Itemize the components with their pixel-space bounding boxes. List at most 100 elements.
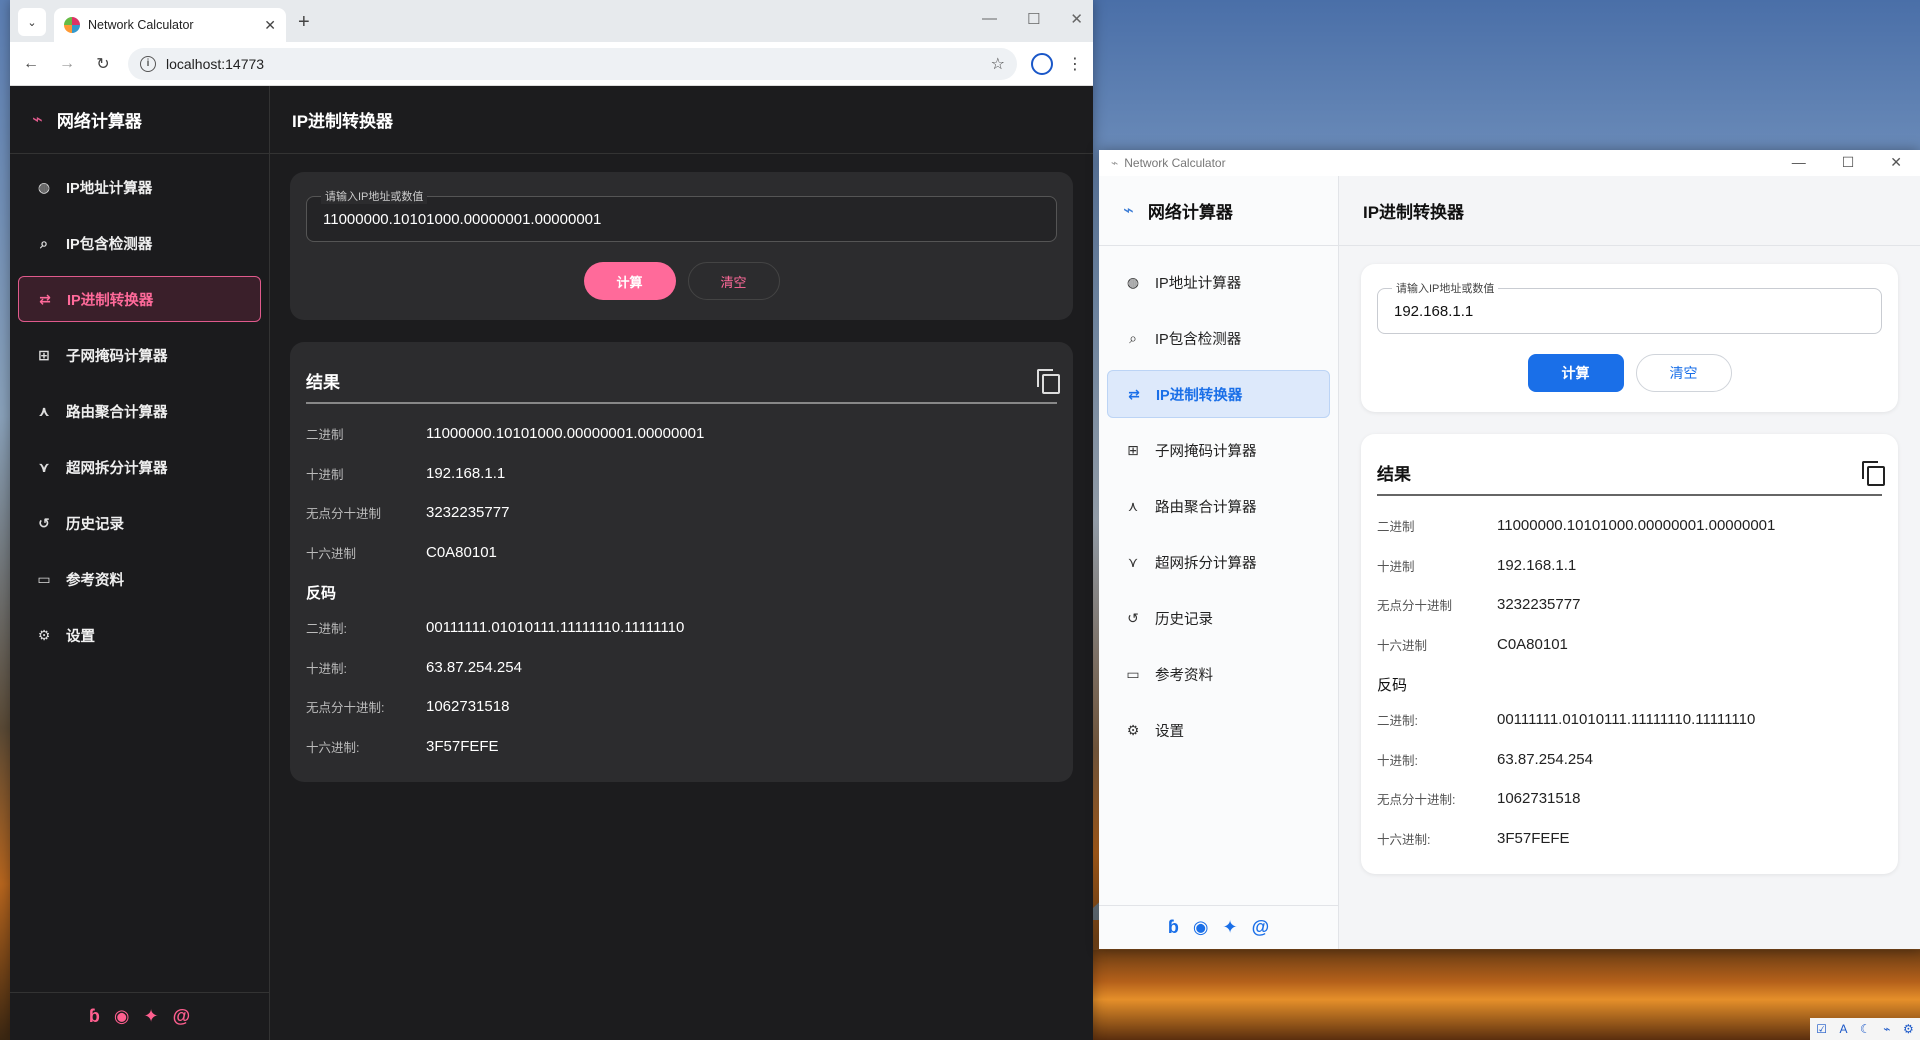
- sidebar-item-ip-contains[interactable]: ⌕ IP包含检测器: [1107, 314, 1330, 362]
- result-row: 十六进制 C0A80101: [1377, 625, 1882, 665]
- sidebar-item-reference[interactable]: ▭ 参考资料: [1107, 650, 1330, 698]
- native-close-button[interactable]: ✕: [1890, 154, 1902, 171]
- sidebar-footer: ɓ ◉ ✦ @: [10, 992, 269, 1040]
- inverse-label: 无点分十进制:: [1377, 793, 1456, 808]
- result-row: 十六进制 C0A80101: [306, 533, 1057, 573]
- result-value: C0A80101: [426, 543, 497, 561]
- sidebar-item-history[interactable]: ↺ 历史记录: [18, 500, 261, 546]
- close-window-button[interactable]: ✕: [1070, 10, 1083, 28]
- results-card: 结果 二进制 11000000.10101000.00000001.0000000…: [1361, 434, 1898, 874]
- tray-network-icon[interactable]: ⌁: [1883, 1022, 1890, 1036]
- blog-icon[interactable]: ɓ: [1168, 917, 1179, 938]
- sidebar-item-ip-converter[interactable]: ⇄ IP进制转换器: [18, 276, 261, 322]
- email-icon[interactable]: @: [1252, 917, 1270, 938]
- reload-icon[interactable]: ↻: [92, 54, 114, 74]
- ip-input-value[interactable]: 192.168.1.1: [1394, 303, 1473, 320]
- result-label: 二进制: [1377, 520, 1415, 535]
- inverse-row: 十进制: 63.87.254.254: [1377, 740, 1882, 780]
- nav-label: 参考资料: [66, 572, 124, 589]
- copy-icon[interactable]: [1037, 369, 1060, 394]
- subnet-icon: ⊞: [1127, 441, 1139, 458]
- email-icon[interactable]: @: [173, 1006, 191, 1027]
- sidebar-item-history[interactable]: ↺ 历史记录: [1107, 594, 1330, 642]
- result-value: 11000000.10101000.00000001.00000001: [1497, 517, 1776, 535]
- result-row: 十进制 192.168.1.1: [306, 454, 1057, 494]
- sidebar-item-ip-calculator[interactable]: ◍ IP地址计算器: [1107, 258, 1330, 306]
- tray-ime-icon[interactable]: A: [1839, 1022, 1847, 1036]
- tray-moon-icon[interactable]: ☾: [1860, 1022, 1871, 1036]
- inverse-label: 十进制:: [306, 661, 347, 676]
- tray-gear-icon[interactable]: ⚙: [1903, 1022, 1914, 1036]
- wallpaper-lake: [1090, 950, 1920, 1040]
- light-app: ⌁ 网络计算器 ◍ IP地址计算器 ⌕ IP包含检测器 ⇄ IP进制转换器 ⊞ 子网掩码…: [1099, 176, 1920, 949]
- inverse-value: 00111111.01010111.11111110.11111110: [426, 619, 685, 637]
- sidebar-item-settings[interactable]: ⚙ 设置: [1107, 706, 1330, 754]
- ip-input-field[interactable]: 请输入IP地址或数值 11000000.10101000.00000001.00…: [306, 188, 1057, 242]
- ip-input-field[interactable]: 请输入IP地址或数值 192.168.1.1: [1377, 280, 1882, 334]
- maximize-button[interactable]: ☐: [1027, 10, 1040, 28]
- result-row: 二进制 11000000.10101000.00000001.00000001: [306, 414, 1057, 454]
- clear-button[interactable]: 清空: [1635, 354, 1732, 392]
- result-value: C0A80101: [1497, 635, 1568, 653]
- result-label: 十进制: [306, 467, 344, 482]
- url-omnibox[interactable]: i localhost:14773 ☆: [128, 47, 1017, 80]
- close-tab-icon[interactable]: ✕: [264, 17, 276, 34]
- inverse-value: 1062731518: [426, 698, 510, 716]
- github-icon[interactable]: ◉: [114, 1006, 130, 1027]
- forward-icon[interactable]: →: [56, 55, 78, 73]
- sidebar-item-reference[interactable]: ▭ 参考资料: [18, 556, 261, 602]
- sidebar-item-route-summary[interactable]: ⋏ 路由聚合计算器: [18, 388, 261, 434]
- nav-label: IP进制转换器: [1156, 387, 1243, 404]
- sidebar-item-supernet-split[interactable]: ⋎ 超网拆分计算器: [1107, 538, 1330, 586]
- inverse-value: 1062731518: [1497, 790, 1581, 808]
- native-maximize-button[interactable]: ☐: [1842, 154, 1855, 171]
- back-icon[interactable]: ←: [20, 55, 42, 73]
- calculate-button[interactable]: 计算: [1527, 354, 1624, 392]
- browser-menu-icon[interactable]: ⋮: [1067, 54, 1083, 74]
- result-label: 十六进制: [1377, 638, 1428, 653]
- inverse-row: 无点分十进制: 1062731518: [1377, 779, 1882, 819]
- sidebar-item-ip-calculator[interactable]: ◍ IP地址计算器: [18, 164, 261, 210]
- globe-icon: ◍: [1126, 273, 1140, 290]
- sidebar-item-route-summary[interactable]: ⋏ 路由聚合计算器: [1107, 482, 1330, 530]
- main-content-light: IP进制转换器 请输入IP地址或数值 192.168.1.1 计算 清空 结果: [1339, 176, 1920, 949]
- calculate-button[interactable]: 计算: [583, 262, 676, 300]
- site-info-icon[interactable]: i: [140, 55, 156, 72]
- ip-input-value[interactable]: 11000000.10101000.00000001.00000001: [323, 211, 601, 228]
- sidebar-item-settings[interactable]: ⚙ 设置: [18, 612, 261, 658]
- inverse-row: 无点分十进制: 1062731518: [306, 687, 1057, 727]
- new-tab-button[interactable]: +: [298, 11, 310, 34]
- split-icon: ⋎: [38, 458, 50, 475]
- blog-icon[interactable]: ɓ: [89, 1006, 100, 1027]
- bluesky-icon[interactable]: ✦: [144, 1006, 159, 1027]
- copy-icon[interactable]: [1862, 461, 1885, 486]
- url-text[interactable]: localhost:14773: [166, 56, 981, 72]
- tab-search-menu-button[interactable]: ⌄: [18, 8, 46, 36]
- result-value: 3232235777: [426, 504, 510, 522]
- tray-check-icon[interactable]: ☑: [1816, 1022, 1827, 1036]
- sidebar-item-subnet-mask[interactable]: ⊞ 子网掩码计算器: [18, 332, 261, 378]
- sidebar-item-ip-contains[interactable]: ⌕ IP包含检测器: [18, 220, 261, 266]
- favicon-icon: [64, 17, 80, 33]
- network-logo-icon: ⌁: [1123, 200, 1134, 220]
- brand-light: ⌁ 网络计算器: [1099, 176, 1338, 246]
- nav-label: 超网拆分计算器: [66, 460, 168, 477]
- inverse-value: 3F57FEFE: [1497, 829, 1570, 847]
- minimize-button[interactable]: —: [982, 10, 997, 28]
- clear-button[interactable]: 清空: [687, 262, 780, 300]
- result-row: 二进制 11000000.10101000.00000001.00000001: [1377, 506, 1882, 546]
- profile-avatar-icon[interactable]: [1031, 52, 1053, 75]
- inverse-label: 无点分十进制:: [306, 701, 385, 716]
- github-icon[interactable]: ◉: [1193, 917, 1209, 938]
- sidebar-item-supernet-split[interactable]: ⋎ 超网拆分计算器: [18, 444, 261, 490]
- sidebar-nav-light: ◍ IP地址计算器 ⌕ IP包含检测器 ⇄ IP进制转换器 ⊞ 子网掩码计算器 ⋏ 路由聚…: [1099, 246, 1338, 774]
- native-minimize-button[interactable]: —: [1792, 154, 1806, 171]
- bluesky-icon[interactable]: ✦: [1223, 917, 1238, 938]
- browser-tab[interactable]: Network Calculator ✕: [54, 8, 286, 42]
- dark-app: ⌁ 网络计算器 ◍ IP地址计算器 ⌕ IP包含检测器 ⇄ IP进制转换器 ⊞ 子网掩码…: [10, 86, 1093, 1040]
- bookmark-star-icon[interactable]: ☆: [991, 54, 1005, 74]
- result-row: 无点分十进制 3232235777: [306, 493, 1057, 533]
- sidebar-item-ip-converter[interactable]: ⇄ IP进制转换器: [1107, 370, 1330, 418]
- swap-icon: ⇄: [1128, 385, 1140, 402]
- sidebar-item-subnet-mask[interactable]: ⊞ 子网掩码计算器: [1107, 426, 1330, 474]
